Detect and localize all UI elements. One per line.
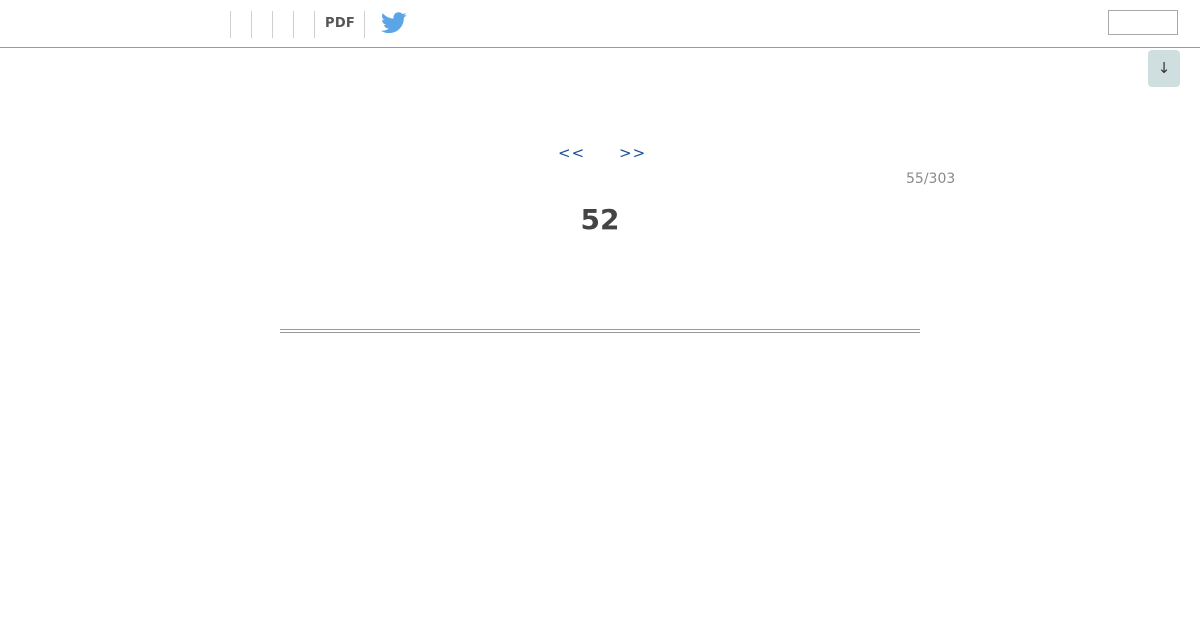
toolbar-separator [230,11,231,38]
toolbar-separator [314,11,315,38]
next-page-link[interactable]: >> [619,144,646,162]
pdf-link[interactable]: PDF [325,16,355,31]
toolbar-separator [251,11,252,38]
page-number-heading: 52 [580,203,620,236]
top-toolbar: PDF [0,0,1200,48]
twitter-icon[interactable] [381,12,409,36]
toolbar-separator [293,11,294,38]
toolbar-separator [272,11,273,38]
search-input[interactable] [1108,10,1178,35]
previous-page-link[interactable]: << [558,144,585,162]
twitter-bird-icon [381,12,407,34]
scroll-down-button[interactable]: ↓ [1148,50,1180,87]
horizontal-divider [280,329,920,333]
page-counter: 55/303 [906,171,956,187]
toolbar-separator [364,11,365,38]
